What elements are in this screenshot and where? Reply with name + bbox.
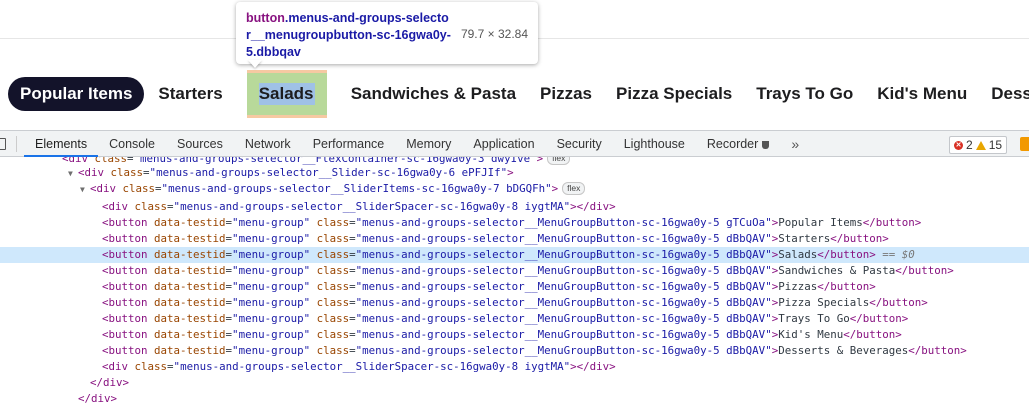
tab-sources[interactable]: Sources <box>166 131 234 157</box>
error-count: 2 <box>966 138 973 152</box>
menu-group-starters[interactable]: Starters <box>146 77 234 111</box>
flex-badge[interactable]: flex <box>547 157 571 165</box>
tree-line[interactable]: ▼ <div class="menus-and-groups-selector__… <box>0 165 1029 181</box>
page-viewport: Popular Items Starters Salads Sandwiches… <box>0 0 1029 130</box>
tree-line-selected[interactable]: <button data-testid="menu-group" class="… <box>0 247 1029 263</box>
flex-badge[interactable]: flex <box>562 182 586 195</box>
warning-icon <box>975 140 986 150</box>
menu-group-sandwiches-pasta[interactable]: Sandwiches & Pasta <box>339 77 528 111</box>
tree-line[interactable]: </div> <box>0 391 1029 407</box>
tab-recorder-label: Recorder <box>706 137 759 151</box>
inspect-tooltip: button.menus-and-groups-selector__menugr… <box>236 2 538 64</box>
tab-application[interactable]: Application <box>462 131 545 157</box>
issues-icon[interactable] <box>1020 137 1029 151</box>
tree-line[interactable]: <button data-testid="menu-group" class="… <box>0 311 1029 327</box>
tab-elements[interactable]: Elements <box>24 131 99 157</box>
tooltip-size: 79.7 × 32.84 <box>460 27 528 41</box>
tree-line[interactable]: <button data-testid="menu-group" class="… <box>0 295 1029 311</box>
tooltip-tag: button <box>246 11 285 25</box>
tree-line[interactable]: <div class="menus-and-groups-selector__S… <box>0 199 1029 215</box>
menu-group-trays-to-go[interactable]: Trays To Go <box>744 77 865 111</box>
inspect-element-icon[interactable] <box>0 138 6 150</box>
tab-security[interactable]: Security <box>546 131 613 157</box>
toolbar-divider <box>16 136 17 152</box>
warning-count: 15 <box>988 138 1003 152</box>
tree-line[interactable]: ▼ <div class="menus-and-groups-selector__… <box>0 181 1029 197</box>
menu-group-label: Salads <box>258 84 314 103</box>
tab-recorder[interactable]: Recorder <box>696 131 780 157</box>
menu-group-kids-menu[interactable]: Kid's Menu <box>865 77 979 111</box>
menu-group-salads[interactable]: Salads <box>246 70 327 118</box>
menu-group-bar: Popular Items Starters Salads Sandwiches… <box>8 70 1029 118</box>
tree-line[interactable]: <button data-testid="menu-group" class="… <box>0 327 1029 343</box>
tab-lighthouse[interactable]: Lighthouse <box>613 131 696 157</box>
selected-marker: == $0 <box>882 248 915 261</box>
menu-group-popular-items[interactable]: Popular Items <box>8 77 145 111</box>
more-tabs-button[interactable]: » <box>780 131 810 157</box>
tree-line[interactable]: <button data-testid="menu-group" class="… <box>0 231 1029 247</box>
issues-counter[interactable]: ✕ 2 15 <box>949 136 1008 154</box>
tooltip-selector: button.menus-and-groups-selector__menugr… <box>246 10 452 61</box>
devtools-toolbar: Elements Console Sources Network Perform… <box>0 130 1029 157</box>
tab-memory[interactable]: Memory <box>395 131 462 157</box>
expand-triangle-icon[interactable]: ▼ <box>68 166 78 182</box>
tree-line[interactable]: <button data-testid="menu-group" class="… <box>0 279 1029 295</box>
expand-triangle-icon[interactable]: ▼ <box>80 182 90 198</box>
tree-line[interactable]: <div class="menus-and-groups-selector__S… <box>0 359 1029 375</box>
menu-group-desserts[interactable]: Dessert <box>979 77 1029 111</box>
tab-performance[interactable]: Performance <box>302 131 396 157</box>
tree-line[interactable]: <button data-testid="menu-group" class="… <box>0 263 1029 279</box>
flask-icon <box>762 141 770 149</box>
tree-line[interactable]: <button data-testid="menu-group" class="… <box>0 215 1029 231</box>
tree-line[interactable]: </div> <box>0 375 1029 391</box>
tree-line[interactable]: <button data-testid="menu-group" class="… <box>0 343 1029 359</box>
error-icon: ✕ <box>954 140 963 150</box>
menu-group-pizza-specials[interactable]: Pizza Specials <box>604 77 744 111</box>
tooltip-arrow <box>248 60 262 68</box>
tab-console[interactable]: Console <box>98 131 166 157</box>
devtools-tabs: Elements Console Sources Network Perform… <box>24 131 810 157</box>
elements-tree: <div class="menus-and-groups-selector__F… <box>0 157 1029 408</box>
menu-group-pizzas[interactable]: Pizzas <box>528 77 604 111</box>
tab-network[interactable]: Network <box>234 131 302 157</box>
